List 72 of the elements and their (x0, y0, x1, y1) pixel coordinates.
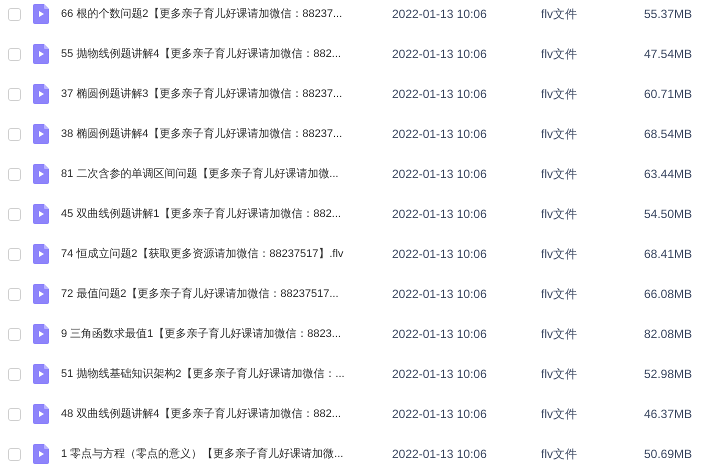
checkbox[interactable] (8, 128, 21, 140)
file-type: flv文件 (541, 86, 578, 103)
modified-time: 2022-01-13 10:06 (392, 446, 488, 463)
file-name[interactable]: 72 最值问题2【更多亲子育儿好课请加微信：88237517... (61, 286, 392, 302)
file-name[interactable]: 51 抛物线基础知识架构2【更多亲子育儿好课请加微信：... (61, 366, 392, 382)
file-name[interactable]: 45 双曲线例题讲解1【更多亲子育儿好课请加微信：882... (61, 206, 392, 222)
file-type: flv文件 (541, 46, 578, 63)
checkbox[interactable] (8, 88, 21, 100)
file-name[interactable]: 66 根的个数问题2【更多亲子育儿好课请加微信：88237... (61, 6, 392, 22)
file-type: flv文件 (541, 246, 578, 263)
file-type: flv文件 (541, 326, 578, 343)
checkbox[interactable] (8, 368, 21, 380)
file-type: flv文件 (541, 126, 578, 143)
video-file-icon (33, 324, 49, 344)
checkbox[interactable] (8, 448, 21, 460)
video-file-icon (33, 84, 49, 104)
checkbox[interactable] (8, 168, 21, 180)
modified-time: 2022-01-13 10:06 (392, 166, 488, 183)
checkbox[interactable] (8, 48, 21, 60)
video-file-icon (33, 164, 49, 184)
video-file-icon (33, 284, 49, 304)
video-file-icon (33, 204, 49, 224)
file-name[interactable]: 74 恒成立问题2【获取更多资源请加微信：88237517】.flv (61, 246, 392, 262)
file-name[interactable]: 48 双曲线例题讲解4【更多亲子育儿好课请加微信：882... (61, 406, 392, 422)
checkbox[interactable] (8, 408, 21, 420)
checkbox[interactable] (8, 248, 21, 260)
video-file-icon (33, 44, 49, 64)
checkbox[interactable] (8, 328, 21, 340)
video-file-icon (33, 124, 49, 144)
modified-time: 2022-01-13 10:06 (392, 366, 488, 383)
modified-time: 2022-01-13 10:06 (392, 326, 488, 343)
file-size: 63.44MB (642, 166, 692, 183)
modified-time: 2022-01-13 10:06 (392, 126, 488, 143)
modified-time: 2022-01-13 10:06 (392, 86, 488, 103)
file-size: 52.98MB (642, 366, 692, 383)
modified-time: 2022-01-13 10:06 (392, 406, 488, 423)
file-type: flv文件 (541, 286, 578, 303)
file-type: flv文件 (541, 366, 578, 383)
file-name[interactable]: 81 二次含参的单调区间问题【更多亲子育儿好课请加微... (61, 166, 392, 182)
modified-time: 2022-01-13 10:06 (392, 246, 488, 263)
modified-time: 2022-01-13 10:06 (392, 6, 488, 23)
file-size: 66.08MB (642, 286, 692, 303)
file-size: 68.41MB (642, 246, 692, 263)
checkbox[interactable] (8, 8, 21, 20)
file-size: 46.37MB (642, 406, 692, 423)
file-type: flv文件 (541, 406, 578, 423)
file-size: 50.69MB (642, 446, 692, 463)
video-file-icon (33, 444, 49, 464)
checkbox[interactable] (8, 208, 21, 220)
file-size: 60.71MB (642, 86, 692, 103)
modified-time: 2022-01-13 10:06 (392, 286, 488, 303)
modified-time: 2022-01-13 10:06 (392, 46, 488, 63)
file-size: 54.50MB (642, 206, 692, 223)
modified-time: 2022-01-13 10:06 (392, 206, 488, 223)
video-file-icon (33, 244, 49, 264)
file-name[interactable]: 1 零点与方程（零点的意义）【更多亲子育儿好课请加微... (61, 446, 392, 462)
file-name[interactable]: 9 三角函数求最值1【更多亲子育儿好课请加微信：8823... (61, 326, 392, 342)
video-file-icon (33, 404, 49, 424)
video-file-icon (33, 4, 49, 24)
file-size: 47.54MB (642, 46, 692, 63)
file-name[interactable]: 37 椭圆例题讲解3【更多亲子育儿好课请加微信：88237... (61, 86, 392, 102)
file-name[interactable]: 38 椭圆例题讲解4【更多亲子育儿好课请加微信：88237... (61, 126, 392, 142)
file-type: flv文件 (541, 166, 578, 183)
file-type: flv文件 (541, 6, 578, 23)
file-name[interactable]: 55 抛物线例题讲解4【更多亲子育儿好课请加微信：882... (61, 46, 392, 62)
file-size: 68.54MB (642, 126, 692, 143)
file-type: flv文件 (541, 446, 578, 463)
checkbox[interactable] (8, 288, 21, 300)
file-type: flv文件 (541, 206, 578, 223)
file-size: 55.37MB (642, 6, 692, 23)
video-file-icon (33, 364, 49, 384)
file-size: 82.08MB (642, 326, 692, 343)
